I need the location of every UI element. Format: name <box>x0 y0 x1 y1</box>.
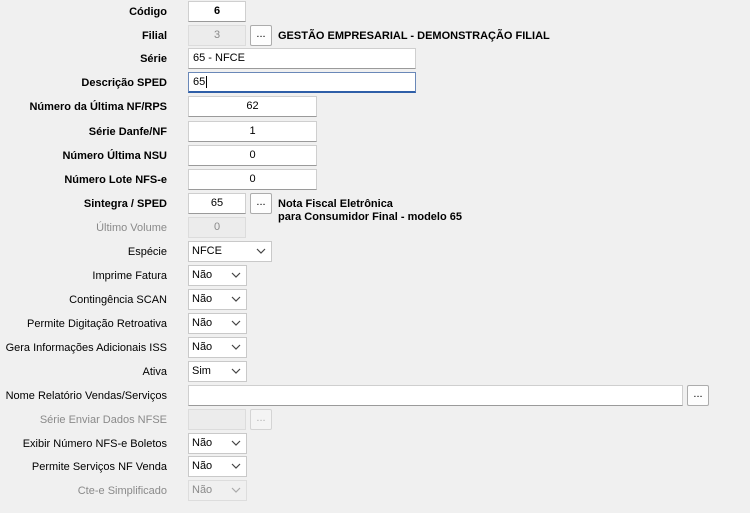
numero-ultima-nsu-field[interactable]: 0 <box>188 145 317 166</box>
serie-enviar-nfse-field <box>188 409 246 430</box>
descricao-sped-label: Descrição SPED <box>81 77 167 89</box>
contingencia-scan-select[interactable]: Não <box>188 289 247 310</box>
serie-field[interactable]: 65 - NFCE <box>188 48 416 69</box>
permite-digitacao-retroativa-select[interactable]: Não <box>188 313 247 334</box>
cte-simplificado-label: Cte-e Simplificado <box>77 485 167 497</box>
serie-enviar-nfse-label: Série Enviar Dados NFSE <box>39 414 167 426</box>
sintegra-description-line1: Nota Fiscal Eletrônica <box>278 198 393 210</box>
ultimo-volume-label: Último Volume <box>96 222 167 234</box>
permite-servicos-nf-venda-select[interactable]: Não <box>188 456 247 477</box>
numero-lote-nfse-label: Número Lote NFS-e <box>64 174 167 186</box>
contingencia-scan-label: Contingência SCAN <box>69 294 167 306</box>
nome-relatorio-lookup-button[interactable]: ... <box>687 385 709 406</box>
numero-lote-nfse-field[interactable]: 0 <box>188 169 317 190</box>
cte-simplificado-value: Não <box>192 484 213 496</box>
codigo-field[interactable]: 6 <box>188 1 246 22</box>
text-caret <box>206 76 208 88</box>
ativa-label: Ativa <box>142 366 167 378</box>
filial-description: GESTÃO EMPRESARIAL - DEMONSTRAÇÃO FILIAL <box>278 30 550 42</box>
chevron-down-icon <box>231 463 241 469</box>
nome-relatorio-field[interactable] <box>188 385 683 406</box>
gera-info-adicionais-iss-select[interactable]: Não <box>188 337 247 358</box>
imprime-fatura-label: Imprime Fatura <box>92 270 167 282</box>
ultimo-volume-field: 0 <box>188 217 246 238</box>
filial-lookup-button[interactable]: ... <box>250 25 272 46</box>
chevron-down-icon <box>231 296 241 302</box>
sintegra-sped-label: Sintegra / SPED <box>83 198 167 210</box>
serie-label: Série <box>140 53 167 65</box>
serie-danfe-label: Série Danfe/NF <box>88 126 167 138</box>
sintegra-lookup-button[interactable]: ... <box>250 193 272 214</box>
exibir-numero-nfse-boletos-value: Não <box>192 437 213 449</box>
filial-field: 3 <box>188 25 246 46</box>
exibir-numero-nfse-boletos-select[interactable]: Não <box>188 433 247 454</box>
chevron-down-icon <box>231 320 241 326</box>
numero-ultima-nf-field[interactable]: 62 <box>188 96 317 117</box>
ativa-select[interactable]: Sim <box>188 361 247 382</box>
permite-digitacao-retroativa-label: Permite Digitação Retroativa <box>26 318 167 330</box>
imprime-fatura-select[interactable]: Não <box>188 265 247 286</box>
permite-servicos-nf-venda-value: Não <box>192 460 213 472</box>
contingencia-scan-value: Não <box>192 293 213 305</box>
descricao-sped-value: 65 <box>193 76 206 88</box>
chevron-down-icon <box>256 248 266 254</box>
serie-enviar-nfse-lookup-button: ... <box>250 409 272 430</box>
codigo-label: Código <box>129 6 167 18</box>
gera-info-adicionais-iss-value: Não <box>192 341 213 353</box>
permite-digitacao-retroativa-value: Não <box>192 317 213 329</box>
especie-label: Espécie <box>127 246 167 258</box>
especie-select[interactable]: NFCE <box>188 241 272 262</box>
nome-relatorio-label: Nome Relatório Vendas/Serviços <box>5 390 167 402</box>
chevron-down-icon <box>231 368 241 374</box>
cte-simplificado-select: Não <box>188 480 247 501</box>
permite-servicos-nf-venda-label: Permite Serviços NF Venda <box>31 461 167 473</box>
imprime-fatura-value: Não <box>192 269 213 281</box>
chevron-down-icon <box>231 344 241 350</box>
serie-danfe-field[interactable]: 1 <box>188 121 317 142</box>
chevron-down-icon <box>231 272 241 278</box>
gera-info-adicionais-iss-label: Gera Informações Adicionais ISS <box>5 342 167 354</box>
chevron-down-icon <box>231 487 241 493</box>
sintegra-description-line2: para Consumidor Final - modelo 65 <box>278 211 462 223</box>
exibir-numero-nfse-boletos-label: Exibir Número NFS-e Boletos <box>22 438 167 450</box>
especie-value: NFCE <box>192 245 222 257</box>
chevron-down-icon <box>231 440 241 446</box>
filial-label: Filial <box>141 30 167 42</box>
sintegra-sped-field[interactable]: 65 <box>188 193 246 214</box>
numero-ultima-nf-label: Número da Última NF/RPS <box>29 101 167 113</box>
ativa-value: Sim <box>192 365 211 377</box>
descricao-sped-field[interactable]: 65 <box>188 72 416 93</box>
numero-ultima-nsu-label: Número Última NSU <box>62 150 167 162</box>
